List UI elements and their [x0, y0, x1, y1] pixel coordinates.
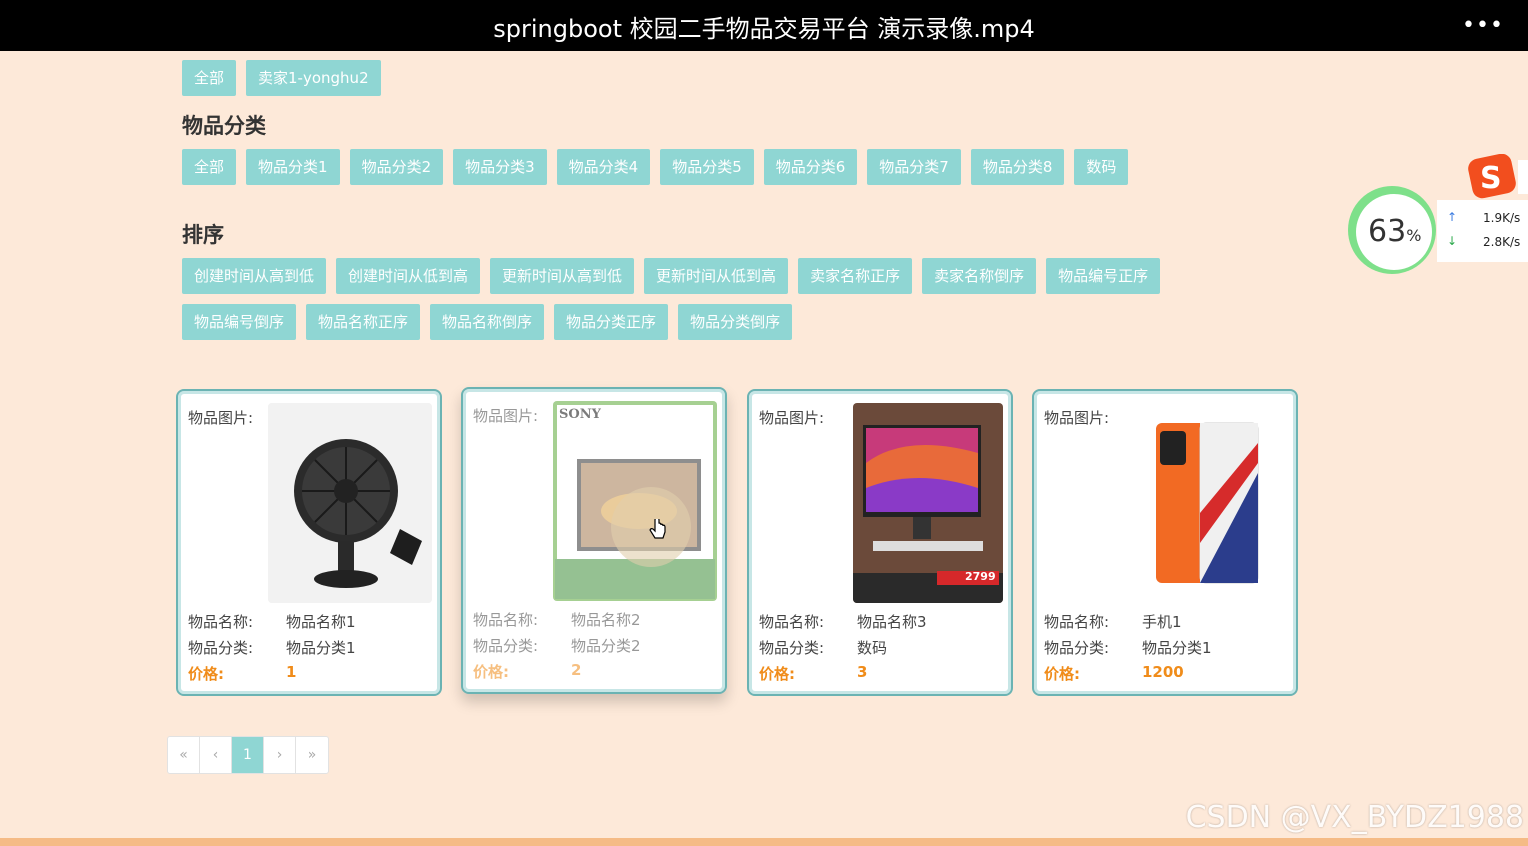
category-7[interactable]: 物品分类7	[867, 149, 961, 185]
image-price-text: 2799	[965, 570, 996, 583]
product-price-label: 价格:	[473, 663, 509, 681]
product-price-label: 价格:	[1044, 665, 1080, 683]
category-6[interactable]: 物品分类6	[763, 149, 858, 185]
seller-filter: 全部 卖家1-yonghu2	[182, 60, 381, 96]
network-percent: 63	[1368, 214, 1407, 249]
pagination: « ‹ 1 › »	[167, 736, 329, 774]
product-name: 手机1	[1142, 613, 1182, 631]
product-name: 物品名称3	[857, 613, 927, 631]
product-image-label: 物品图片:	[1044, 409, 1110, 427]
product-price-label: 价格:	[188, 665, 224, 683]
upload-speed: 1.9K/s	[1483, 211, 1521, 225]
video-title: springboot 校园二手物品交易平台 演示录像.mp4	[493, 15, 1035, 43]
percent-sign: %	[1406, 226, 1422, 245]
sogou-ime-icon[interactable]: S	[1468, 153, 1528, 200]
sort-row-1: 创建时间从高到低 创建时间从低到高 更新时间从高到低 更新时间从低到高 卖家名称…	[182, 258, 1161, 294]
sort-created-asc[interactable]: 创建时间从低到高	[336, 258, 481, 294]
product-name-label: 物品名称:	[188, 613, 254, 631]
sort-created-desc[interactable]: 创建时间从高到低	[182, 258, 327, 294]
category-4[interactable]: 物品分类4	[556, 149, 651, 185]
product-category-label: 物品分类:	[473, 637, 539, 655]
sort-heading: 排序	[182, 223, 224, 247]
next-page-button[interactable]: ›	[264, 737, 296, 773]
category-1[interactable]: 物品分类1	[246, 149, 340, 185]
product-image-label: 物品图片:	[759, 409, 825, 427]
product-category-label: 物品分类:	[1044, 639, 1110, 657]
product-category: 物品分类1	[286, 639, 356, 657]
product-category: 物品分类1	[1142, 639, 1212, 657]
sort-name-asc[interactable]: 物品名称正序	[306, 304, 421, 340]
category-5[interactable]: 物品分类5	[660, 149, 754, 185]
category-3[interactable]: 物品分类3	[453, 149, 547, 185]
sort-updated-asc[interactable]: 更新时间从低到高	[644, 258, 789, 294]
sort-seller-desc[interactable]: 卖家名称倒序	[922, 258, 1037, 294]
product-card[interactable]: 物品图片: 2799 物品名称: 物品名称3 物品分类: 数码 价格: 3	[747, 389, 1013, 696]
sort-row-2: 物品编号倒序 物品名称正序 物品名称倒序 物品分类正序 物品分类倒序	[182, 304, 793, 340]
product-image-label: 物品图片:	[188, 409, 254, 427]
category-heading: 物品分类	[182, 114, 266, 138]
prev-page-button[interactable]: ‹	[200, 737, 232, 773]
sort-updated-desc[interactable]: 更新时间从高到低	[490, 258, 635, 294]
more-options-icon[interactable]: •••	[1462, 15, 1503, 46]
sony-tv-image[interactable]: SONY	[553, 401, 717, 601]
download-arrow-icon: ↓	[1447, 234, 1458, 248]
brand-logo-text: SONY	[559, 407, 601, 422]
first-page-button[interactable]: «	[168, 737, 200, 773]
page-1-button[interactable]: 1	[232, 737, 264, 773]
product-image-label: 物品图片:	[473, 407, 539, 425]
bottom-strip	[0, 838, 1528, 846]
download-speed: 2.8K/s	[1483, 235, 1521, 249]
seller-filter-all[interactable]: 全部	[182, 60, 237, 96]
watermark: CSDN @VX_BYDZ1988	[1185, 800, 1524, 835]
product-price: 3	[857, 663, 868, 681]
product-card[interactable]: 物品图片: 物品名称: 手机1 物品分类: 物品分类1 价格: 1200	[1032, 389, 1298, 696]
product-price: 2	[571, 661, 582, 679]
product-name: 物品名称1	[286, 613, 356, 631]
category-filter: 全部 物品分类1 物品分类2 物品分类3 物品分类4 物品分类5 物品分类6 物…	[182, 149, 1129, 185]
svg-text:S: S	[1480, 161, 1502, 196]
product-name: 物品名称2	[571, 611, 641, 629]
product-category-label: 物品分类:	[188, 639, 254, 657]
last-page-button[interactable]: »	[296, 737, 328, 773]
category-8[interactable]: 物品分类8	[970, 149, 1065, 185]
product-price: 1	[286, 663, 297, 681]
product-name-label: 物品名称:	[759, 613, 825, 631]
seller-filter-seller1[interactable]: 卖家1-yonghu2	[246, 60, 381, 96]
sort-name-desc[interactable]: 物品名称倒序	[430, 304, 545, 340]
category-all[interactable]: 全部	[182, 149, 237, 185]
network-stats: ↑ 1.9K/s ↓ 2.8K/s	[1437, 200, 1528, 262]
product-category-label: 物品分类:	[759, 639, 825, 657]
upload-arrow-icon: ↑	[1447, 210, 1458, 224]
product-category: 数码	[857, 639, 888, 657]
network-monitor[interactable]: 63%	[1342, 176, 1442, 276]
product-price: 1200	[1142, 663, 1184, 681]
iqoo-phone-image[interactable]	[1138, 403, 1288, 603]
sort-category-asc[interactable]: 物品分类正序	[554, 304, 669, 340]
desk-fan-image[interactable]	[268, 403, 432, 603]
product-category: 物品分类2	[571, 637, 641, 655]
sort-number-asc[interactable]: 物品编号正序	[1046, 258, 1161, 294]
product-name-label: 物品名称:	[473, 611, 539, 629]
category-digital[interactable]: 数码	[1074, 149, 1129, 185]
product-card[interactable]: 物品图片: SONY 物品名称: 物品名称2 物品分类: 物品分类2 价格: 2	[461, 387, 727, 694]
product-name-label: 物品名称:	[1044, 613, 1110, 631]
sort-seller-asc[interactable]: 卖家名称正序	[798, 258, 913, 294]
hand-cursor-icon	[649, 519, 666, 539]
video-title-bar: springboot 校园二手物品交易平台 演示录像.mp4 •••	[0, 0, 1528, 51]
category-2[interactable]: 物品分类2	[349, 149, 444, 185]
sort-category-desc[interactable]: 物品分类倒序	[678, 304, 793, 340]
sort-number-desc[interactable]: 物品编号倒序	[182, 304, 297, 340]
computer-monitor-image[interactable]: 2799	[853, 403, 1003, 603]
product-price-label: 价格:	[759, 665, 795, 683]
product-card[interactable]: 物品图片: 物品名称: 物品名称1 物品分类: 物品分类1 价格: 1	[176, 389, 442, 696]
